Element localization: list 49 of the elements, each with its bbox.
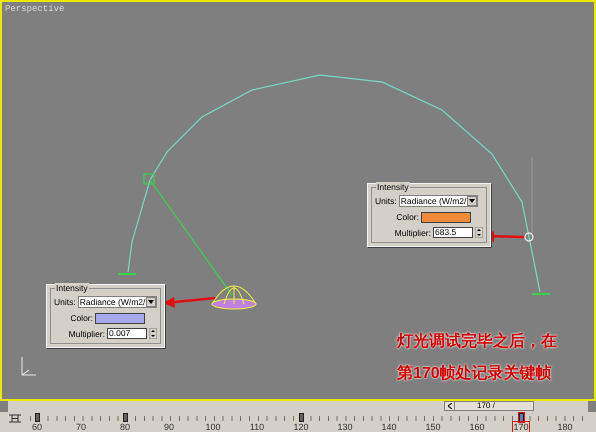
units-dropdown[interactable]: Radiance (W/m2/ bbox=[78, 296, 157, 308]
annotation-line: 灯光调试完毕之后，在 bbox=[397, 332, 557, 352]
multiplier-field[interactable]: 0.007 bbox=[107, 328, 147, 340]
sun-light-icon bbox=[524, 232, 534, 242]
frame-number: 90 bbox=[164, 422, 174, 432]
frame-number: 170 bbox=[513, 422, 529, 432]
group-heading: Intensity bbox=[55, 283, 89, 293]
multiplier-label: Multiplier: bbox=[68, 328, 105, 340]
frame-number: 130 bbox=[337, 422, 353, 432]
spinner-icon[interactable] bbox=[475, 227, 483, 238]
color-swatch[interactable] bbox=[95, 312, 145, 324]
frame-number: 100 bbox=[205, 422, 221, 432]
spinner-icon[interactable] bbox=[149, 328, 157, 340]
group-heading: Intensity bbox=[376, 182, 410, 192]
chevron-left-icon[interactable] bbox=[445, 402, 455, 410]
axis-tripod-icon bbox=[22, 356, 36, 376]
dropdown-arrow-icon[interactable] bbox=[146, 297, 156, 308]
units-dropdown[interactable]: Radiance (W/m2/ bbox=[398, 195, 478, 208]
callout-arrow bbox=[163, 296, 216, 308]
keyframe-marker[interactable] bbox=[298, 412, 304, 422]
frame-number: 120 bbox=[293, 422, 309, 432]
ground-marker-icon bbox=[118, 273, 136, 275]
units-label: Units: bbox=[54, 296, 76, 309]
dome-light-icon bbox=[212, 286, 256, 310]
keyframe-marker[interactable] bbox=[122, 412, 128, 422]
ground-marker-icon bbox=[532, 293, 550, 295]
viewport-label: Perspective bbox=[5, 3, 64, 16]
keyframe-marker[interactable] bbox=[518, 412, 524, 422]
key-mode-icon[interactable] bbox=[8, 414, 22, 423]
frame-number: 180 bbox=[557, 422, 573, 432]
frame-number: 160 bbox=[469, 422, 485, 432]
frame-number: 110 bbox=[250, 422, 264, 432]
frame-number: 60 bbox=[32, 422, 42, 432]
color-swatch[interactable] bbox=[421, 212, 471, 223]
frame-counter[interactable]: 170 / bbox=[444, 401, 534, 411]
color-label: Color: bbox=[70, 312, 93, 324]
multiplier-label: Multiplier: bbox=[394, 226, 431, 240]
multiplier-field[interactable]: 683.5 bbox=[433, 227, 473, 238]
annotation-line: 第170帧处记录关键帧 bbox=[397, 364, 553, 384]
frame-number: 80 bbox=[120, 422, 130, 432]
keyframe-marker[interactable] bbox=[34, 412, 40, 422]
frame-number: 70 bbox=[76, 422, 86, 432]
frame-number: 140 bbox=[381, 422, 397, 432]
color-label: Color: bbox=[396, 210, 419, 224]
time-slider-track[interactable]: 170 / bbox=[8, 401, 588, 412]
frame-number: 150 bbox=[425, 422, 441, 432]
units-label: Units: bbox=[375, 195, 397, 208]
target-marker-icon bbox=[143, 173, 155, 185]
dropdown-arrow-icon[interactable] bbox=[467, 196, 478, 206]
